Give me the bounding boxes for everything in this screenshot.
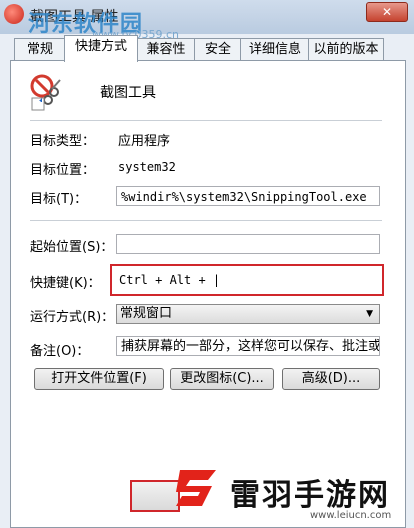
divider (30, 220, 382, 221)
close-button[interactable]: ✕ (366, 2, 408, 22)
brand-url: www.leiucn.com (310, 510, 392, 521)
target-type-label: 目标类型： (30, 134, 96, 149)
run-select[interactable]: 常规窗口 ▼ (116, 304, 380, 324)
advanced-button[interactable]: 高级(D)... (282, 368, 380, 390)
tab-shortcut[interactable]: 快捷方式 (64, 35, 138, 62)
divider (30, 120, 382, 121)
target-type-value: 应用程序 (118, 134, 171, 149)
change-icon-button[interactable]: 更改图标(C)... (170, 368, 274, 390)
shortcut-key-label: 快捷键(K)： (30, 276, 101, 291)
chevron-down-icon: ▼ (366, 309, 373, 319)
brand-logo-icon (176, 470, 216, 506)
target-input[interactable]: %windir%\system32\SnippingTool.exe (116, 186, 380, 206)
app-icon (4, 4, 24, 24)
target-location-label: 目标位置： (30, 163, 96, 178)
tab-general[interactable]: 常规 (14, 38, 66, 61)
tab-previous-versions[interactable]: 以前的版本 (308, 38, 384, 61)
tab-compatibility[interactable]: 兼容性 (136, 38, 196, 61)
title-bar: 截图工具 属性 河东软件园 www.pc0359.cn ✕ (0, 0, 414, 41)
target-location-value: system32 (118, 160, 176, 174)
comment-label: 备注(O)： (30, 344, 90, 359)
shortcut-key-input[interactable]: Ctrl + Alt + | (110, 264, 384, 296)
start-in-input[interactable] (116, 234, 380, 254)
brand-name: 雷羽手游网 (230, 478, 390, 513)
tab-security[interactable]: 安全 (194, 38, 242, 61)
shortcut-name: 截图工具 (100, 85, 156, 101)
open-file-location-button[interactable]: 打开文件位置(F) (34, 368, 164, 390)
run-label: 运行方式(R)： (30, 310, 115, 325)
comment-input[interactable]: 捕获屏幕的一部分，这样您可以保存、批注或 (116, 336, 380, 356)
start-in-label: 起始位置(S)： (30, 240, 114, 255)
brand-watermark: 雷羽手游网 www.leiucn.com (172, 460, 408, 526)
snipping-tool-icon (30, 74, 61, 111)
run-select-value: 常规窗口 (120, 306, 173, 321)
tab-details[interactable]: 详细信息 (240, 38, 310, 61)
target-label: 目标(T)： (30, 192, 88, 207)
